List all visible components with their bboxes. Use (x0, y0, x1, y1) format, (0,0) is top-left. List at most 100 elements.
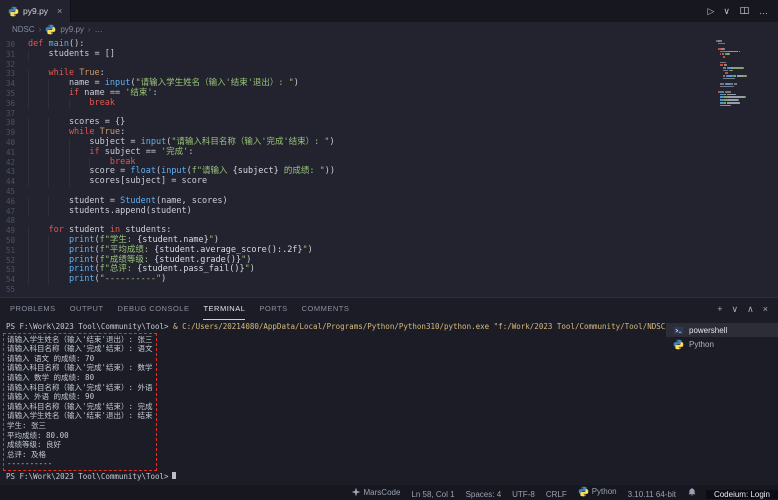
code-line: 32 (0, 60, 778, 70)
terminal-output-line: 请输入 外语 的成绩: 90 (7, 392, 153, 402)
terminal-output-line: 请输入科目名称（输入'完成'结束）: 数学 (7, 363, 153, 373)
indent-guide (28, 197, 48, 207)
panel-tab-ports[interactable]: PORTS (259, 298, 287, 320)
minimap[interactable] (716, 40, 774, 297)
indent-guide (28, 256, 48, 266)
panel-tab-problems[interactable]: PROBLEMS (10, 298, 56, 320)
line-number: 34 (0, 79, 28, 89)
terminal-session-python[interactable]: Python (666, 337, 778, 351)
run-dropdown-icon[interactable]: ∨ (723, 6, 730, 17)
line-number: 40 (0, 138, 28, 148)
breadcrumb-file[interactable]: py9.py (60, 25, 84, 34)
minimap-line (716, 88, 774, 90)
indent-guide (28, 265, 48, 275)
indent-guide (28, 158, 48, 168)
codeium-login[interactable]: Codeium: Login (706, 490, 778, 499)
eol-setting[interactable]: CRLF (546, 490, 567, 499)
tab-label: py9.py (23, 6, 48, 16)
line-number: 30 (0, 40, 28, 50)
line-number: 47 (0, 207, 28, 217)
terminal-output-line: ---------- (7, 459, 153, 469)
python-file-icon (8, 6, 19, 17)
python-interpreter[interactable]: 3.10.11 64-bit (628, 490, 676, 499)
notifications-bell[interactable] (687, 487, 697, 497)
terminal-prompt: PS F:\Work\2023 Tool\Community\Tool> (6, 322, 169, 331)
minimap-line (716, 72, 774, 74)
indent-guide (28, 226, 48, 236)
terminal-session-powershell[interactable]: powershell (666, 323, 778, 337)
breadcrumb-folder[interactable]: NDSC (12, 25, 35, 34)
indent-guide (69, 99, 89, 109)
indent-guide (48, 79, 68, 89)
indent-guide (28, 50, 48, 60)
minimap-line (716, 83, 774, 85)
indent-guide (28, 275, 48, 285)
code-line: 55 (0, 285, 778, 295)
line-number: 46 (0, 197, 28, 207)
chevron-right-icon: › (88, 25, 91, 34)
encoding-setting[interactable]: UTF-8 (512, 490, 535, 499)
editor-tab-py9[interactable]: py9.py × (0, 0, 71, 22)
indent-guide (48, 167, 68, 177)
code-editor[interactable]: 30def main():31students = []3233while Tr… (0, 37, 778, 297)
cursor-position[interactable]: Ln 58, Col 1 (411, 490, 454, 499)
code-area: 30def main():31students = []3233while Tr… (0, 40, 778, 295)
indent-guide (48, 246, 68, 256)
minimap-line (716, 70, 774, 72)
minimap-line (716, 94, 774, 96)
indent-guide (28, 167, 48, 177)
panel-tab-comments[interactable]: COMMENTS (302, 298, 350, 320)
marscode-status[interactable]: MarsCode (351, 487, 401, 497)
code-line: 44scores[subject] = score (0, 177, 778, 187)
new-terminal-icon[interactable]: + (717, 304, 722, 314)
minimap-line (716, 51, 774, 53)
panel-tabs: PROBLEMS OUTPUT DEBUG CONSOLE TERMINAL PORTS… (10, 298, 349, 320)
panel-tab-terminal[interactable]: TERMINAL (203, 298, 245, 320)
breadcrumb: NDSC › py9.py › … (0, 22, 778, 37)
indent-guide (48, 275, 68, 285)
line-number: 51 (0, 246, 28, 256)
indentation-setting[interactable]: Spaces: 4 (466, 490, 502, 499)
terminal[interactable]: PS F:\Work\2023 Tool\Community\Tool> & C… (0, 320, 666, 485)
maximize-panel-icon[interactable]: ∧ (747, 304, 754, 315)
terminal-output-line: 请输入科目名称（输入'完成'结束）: 语文 (7, 344, 153, 354)
breadcrumb-symbol[interactable]: … (95, 25, 103, 34)
indent-guide (48, 265, 68, 275)
terminal-picker-icon[interactable]: ∨ (732, 304, 739, 315)
indent-guide (48, 148, 68, 158)
minimap-line (716, 107, 774, 109)
close-panel-icon[interactable]: × (763, 304, 768, 314)
python-icon (578, 486, 589, 497)
indent-guide (28, 128, 48, 138)
panel-tab-debug-console[interactable]: DEBUG CONSOLE (118, 298, 190, 320)
terminal-output-line: 平均成绩: 80.00 (7, 431, 153, 441)
minimap-line (716, 48, 774, 50)
close-tab-icon[interactable]: × (57, 6, 62, 16)
indent-guide (28, 89, 48, 99)
line-number: 50 (0, 236, 28, 246)
line-number: 45 (0, 187, 28, 197)
line-number: 48 (0, 216, 28, 226)
marscode-icon (351, 487, 361, 497)
bottom-panel: PROBLEMS OUTPUT DEBUG CONSOLE TERMINAL PORTS… (0, 297, 778, 485)
code-line: 30def main(): (0, 40, 778, 50)
python-icon (673, 339, 684, 350)
split-editor-icon[interactable] (739, 5, 750, 18)
indent-guide (48, 99, 68, 109)
panel-tab-output[interactable]: OUTPUT (70, 298, 104, 320)
indent-guide (69, 158, 89, 168)
indent-guide (48, 118, 68, 128)
line-number: 35 (0, 89, 28, 99)
language-mode[interactable]: Python (578, 486, 617, 497)
indent-guide (48, 138, 68, 148)
line-number: 54 (0, 275, 28, 285)
line-number: 44 (0, 177, 28, 187)
more-actions-icon[interactable]: … (759, 6, 768, 16)
terminal-output-line: 学生: 张三 (7, 421, 153, 431)
indent-guide (69, 167, 89, 177)
minimap-line (716, 80, 774, 82)
indent-guide (48, 158, 68, 168)
run-python-file-button[interactable]: ▷ (707, 6, 714, 17)
minimap-line (716, 99, 774, 101)
editor-actions: ▷ ∨ … (697, 0, 778, 22)
